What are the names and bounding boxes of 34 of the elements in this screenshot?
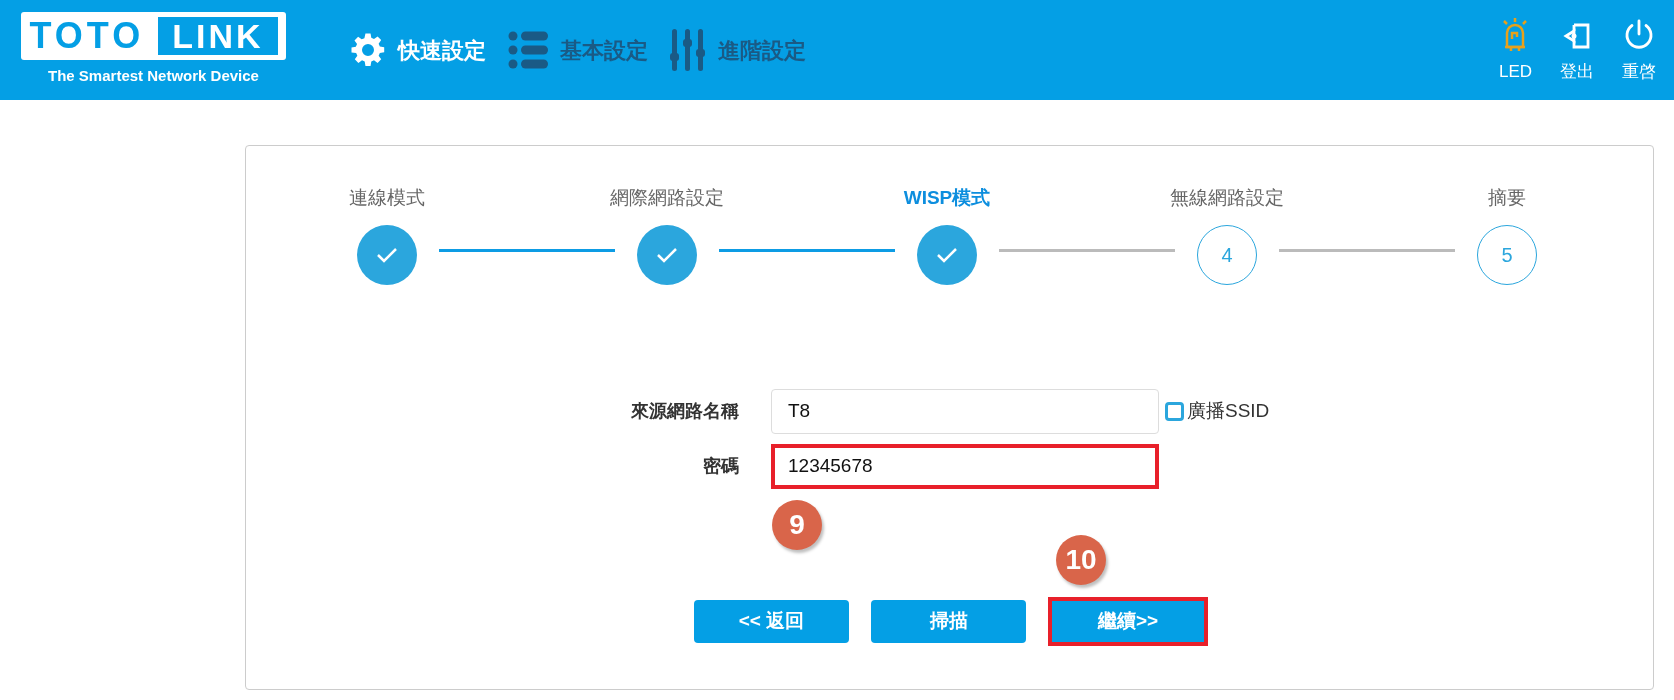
check-icon xyxy=(656,246,678,263)
field-label: 來源網路名稱 xyxy=(630,399,739,423)
power-icon xyxy=(1623,19,1655,52)
field-label: 密碼 xyxy=(702,454,739,478)
check-icon xyxy=(936,246,958,263)
logo-text: LINK xyxy=(158,17,278,56)
gear-icon xyxy=(350,32,386,68)
step-label: 連線模式 xyxy=(349,186,425,210)
wizard-button[interactable]: << 返回 xyxy=(694,599,849,643)
step-circle: 4 xyxy=(1197,224,1257,285)
step-marker: 10 xyxy=(1056,534,1106,585)
header-action-button[interactable]: 重啓 xyxy=(1622,15,1656,85)
sliders-icon xyxy=(670,29,706,71)
header-action-button[interactable]: LED xyxy=(1498,15,1532,85)
list-icon xyxy=(508,31,548,69)
nav-tab[interactable]: 進階設定 xyxy=(670,29,806,71)
input-field[interactable]: T8 xyxy=(771,388,1159,434)
logo-text: TOTO xyxy=(29,18,145,55)
step-label: 無線網路設定 xyxy=(1170,186,1284,210)
checkbox[interactable] xyxy=(1165,401,1184,421)
input-field[interactable]: 12345678 xyxy=(771,443,1159,489)
step-marker: 9 xyxy=(772,499,822,550)
step-circle: 5 xyxy=(1477,224,1537,285)
nav-tab[interactable]: 快速設定 xyxy=(350,32,486,68)
nav-tab[interactable]: 基本設定 xyxy=(508,31,648,69)
check-icon xyxy=(376,246,398,263)
header-action-button[interactable]: 登出 xyxy=(1560,15,1594,85)
logo-tagline: The Smartest Network Device xyxy=(48,66,259,87)
wizard-button[interactable]: 掃描 xyxy=(871,599,1026,643)
step-label: 網際網路設定 xyxy=(610,186,724,210)
step-label: 摘要 xyxy=(1488,186,1526,210)
wizard-button[interactable]: 繼續>> xyxy=(1048,596,1208,646)
checkbox-label: 廣播SSID xyxy=(1187,398,1270,423)
step-label: WISP模式 xyxy=(903,186,991,210)
